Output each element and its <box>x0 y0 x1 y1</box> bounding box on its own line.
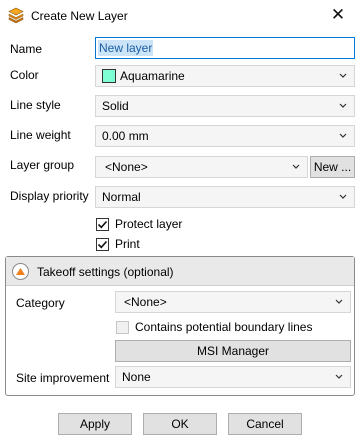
close-button[interactable]: ✕ <box>316 0 360 30</box>
line-style-label: Line style <box>10 98 61 112</box>
layer-group-label: Layer group <box>10 158 75 172</box>
line-weight-value: 0.00 mm <box>102 129 149 143</box>
chevron-down-icon <box>339 194 347 199</box>
takeoff-settings-header[interactable]: Takeoff settings (optional) <box>6 257 354 286</box>
category-label: Category <box>16 296 65 310</box>
protect-layer-checkbox[interactable]: Protect layer <box>96 217 182 231</box>
print-label: Print <box>115 237 140 251</box>
boundary-lines-checkbox[interactable]: Contains potential boundary lines <box>116 320 312 334</box>
line-style-value: Solid <box>102 99 129 113</box>
close-icon: ✕ <box>330 5 346 24</box>
takeoff-settings-group: Takeoff settings (optional) Category <No… <box>5 256 355 396</box>
site-improvement-select[interactable]: None <box>115 366 351 388</box>
chevron-down-icon <box>339 73 347 78</box>
line-weight-label: Line weight <box>10 128 71 142</box>
name-value: New layer <box>98 40 154 56</box>
checkmark-icon <box>97 220 108 228</box>
boundary-lines-label: Contains potential boundary lines <box>135 320 313 334</box>
color-value: Aquamarine <box>120 69 185 83</box>
collapse-up-icon[interactable] <box>12 263 29 280</box>
checkbox-box <box>116 320 129 334</box>
checkmark-icon <box>97 240 108 248</box>
chevron-down-icon <box>335 299 343 304</box>
display-priority-value: Normal <box>102 190 141 204</box>
checkbox-box <box>96 217 109 231</box>
category-value: <None> <box>124 295 167 309</box>
apply-button[interactable]: Apply <box>58 413 132 435</box>
layers-app-icon <box>8 7 24 23</box>
chevron-down-icon <box>335 374 343 379</box>
takeoff-settings-title: Takeoff settings (optional) <box>37 265 174 279</box>
print-checkbox[interactable]: Print <box>96 237 140 251</box>
site-improvement-label: Site improvement <box>16 371 110 385</box>
cancel-button[interactable]: Cancel <box>228 413 302 435</box>
category-select[interactable]: <None> <box>115 291 351 313</box>
name-input[interactable]: New layer <box>95 37 355 59</box>
title-bar: Create New Layer ✕ <box>0 0 360 32</box>
layer-group-value: <None> <box>105 160 148 174</box>
display-priority-select[interactable]: Normal <box>95 186 355 208</box>
checkbox-box <box>96 237 109 251</box>
chevron-down-icon <box>339 133 347 138</box>
site-improvement-value: None <box>122 370 151 384</box>
chevron-down-icon <box>292 164 300 169</box>
protect-layer-label: Protect layer <box>115 217 183 231</box>
msi-manager-button[interactable]: MSI Manager <box>115 340 351 362</box>
window-title: Create New Layer <box>31 9 128 23</box>
display-priority-label: Display priority <box>10 189 89 203</box>
color-swatch <box>102 69 116 83</box>
color-label: Color <box>10 68 39 82</box>
color-select[interactable]: Aquamarine <box>95 65 355 87</box>
name-label: Name <box>10 42 43 56</box>
line-style-select[interactable]: Solid <box>95 95 355 117</box>
new-group-button[interactable]: New ... <box>310 156 355 178</box>
layer-group-select[interactable]: <None> <box>95 156 308 178</box>
line-weight-select[interactable]: 0.00 mm <box>95 125 355 147</box>
chevron-down-icon <box>339 103 347 108</box>
ok-button[interactable]: OK <box>143 413 217 435</box>
